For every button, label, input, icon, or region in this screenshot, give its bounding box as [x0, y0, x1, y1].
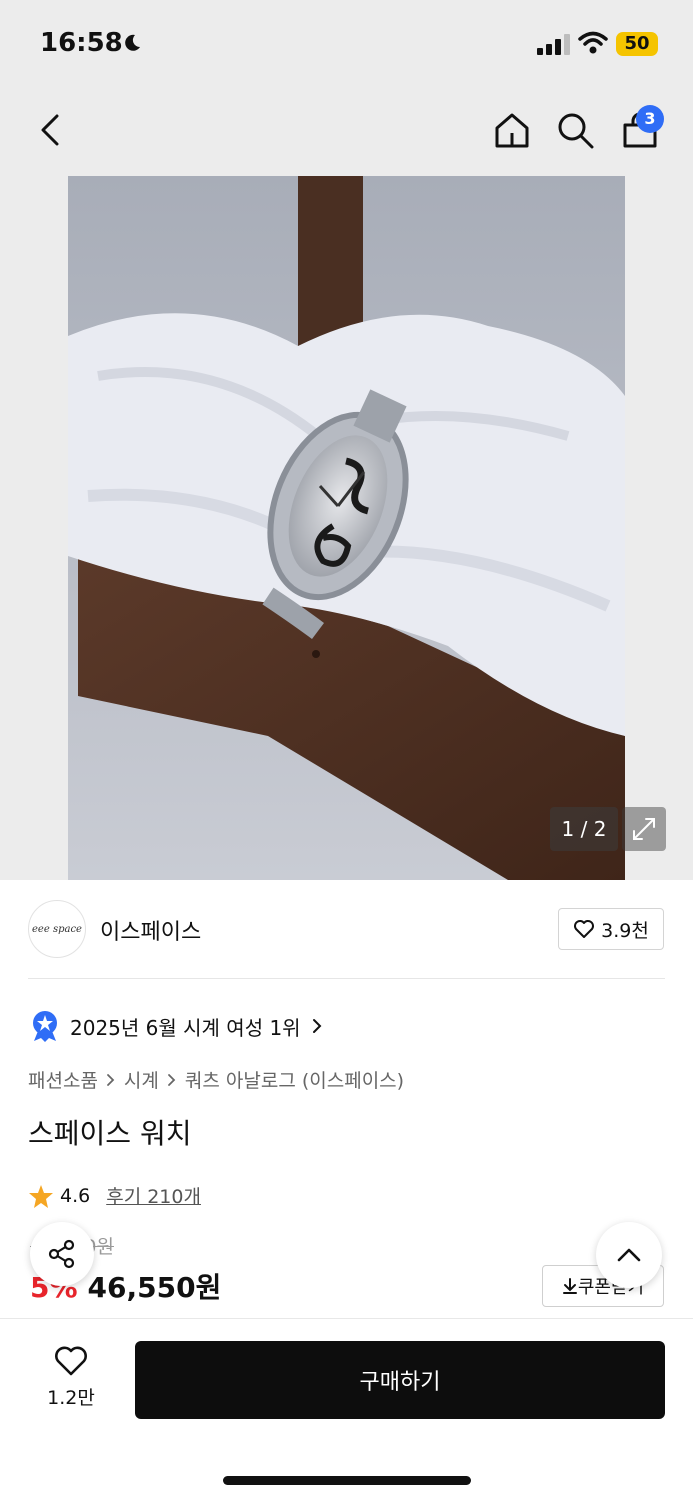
- search-button[interactable]: [553, 108, 597, 152]
- final-price: 46,550원: [87, 1271, 222, 1304]
- brand-logo[interactable]: eee space: [28, 900, 86, 958]
- brand-row: eee space 이스페이스 3.9천: [0, 880, 693, 978]
- brand-name[interactable]: 이스페이스: [100, 914, 201, 946]
- medal-icon: [33, 1011, 57, 1042]
- search-icon: [558, 113, 594, 149]
- bottom-action-bar: 1.2만 구매하기: [0, 1318, 693, 1501]
- brand-like-count: 3.9천: [601, 919, 649, 942]
- brand-like-button[interactable]: 3.9천: [558, 908, 664, 950]
- wishlist-button[interactable]: 1.2만: [40, 1345, 102, 1415]
- breadcrumb: 패션소품 시계 쿼츠 아날로그 (이스페이스): [28, 1066, 404, 1093]
- home-indicator: [223, 1476, 471, 1485]
- wifi-icon: [578, 31, 608, 54]
- ranking-badge[interactable]: 2025년 6월 시계 여성 1위: [30, 1008, 323, 1044]
- breadcrumb-item[interactable]: 시계: [124, 1066, 159, 1093]
- heart-icon: [574, 920, 595, 938]
- moon-icon: [125, 34, 140, 51]
- status-time: 16:58: [40, 28, 123, 58]
- expand-icon: [633, 818, 655, 840]
- image-counter: 1 / 2: [550, 807, 618, 851]
- star-icon: [29, 1184, 53, 1208]
- home-button[interactable]: [490, 108, 534, 152]
- back-button[interactable]: [28, 108, 72, 152]
- wishlist-count: 1.2만: [47, 1387, 95, 1409]
- product-image[interactable]: [68, 176, 625, 880]
- signal-icon: [537, 34, 570, 55]
- chevron-right-icon: [107, 1073, 115, 1086]
- share-button[interactable]: [30, 1222, 94, 1286]
- cart-count-badge: 3: [636, 105, 664, 133]
- chevron-right-icon: [167, 1073, 176, 1086]
- product-title: 스페이스 워치: [28, 1117, 192, 1150]
- rating-value: 4.6: [60, 1184, 91, 1207]
- back-icon: [41, 114, 59, 146]
- expand-button[interactable]: [622, 807, 666, 851]
- ranking-text: 2025년 6월 시계 여성 1위: [70, 1015, 301, 1040]
- chevron-right-icon: [312, 1019, 321, 1033]
- review-link[interactable]: 후기 210개: [106, 1182, 201, 1209]
- watch-photo: [68, 176, 625, 880]
- nav-bar: [0, 96, 693, 166]
- status-bar: 16:58 50: [0, 0, 693, 88]
- battery-indicator: 50: [616, 32, 658, 56]
- home-icon: [495, 113, 529, 148]
- share-icon: [48, 1239, 75, 1269]
- divider: [28, 978, 665, 979]
- breadcrumb-item[interactable]: 패션소품: [28, 1066, 98, 1093]
- chevron-up-icon: [617, 1248, 641, 1262]
- download-icon: [562, 1278, 577, 1294]
- heart-icon: [55, 1346, 87, 1376]
- rating-row: 4.6 후기 210개: [28, 1182, 201, 1209]
- buy-button[interactable]: 구매하기: [135, 1341, 665, 1419]
- scroll-top-button[interactable]: [596, 1222, 662, 1288]
- breadcrumb-item[interactable]: 쿼츠 아날로그 (이스페이스): [185, 1066, 404, 1093]
